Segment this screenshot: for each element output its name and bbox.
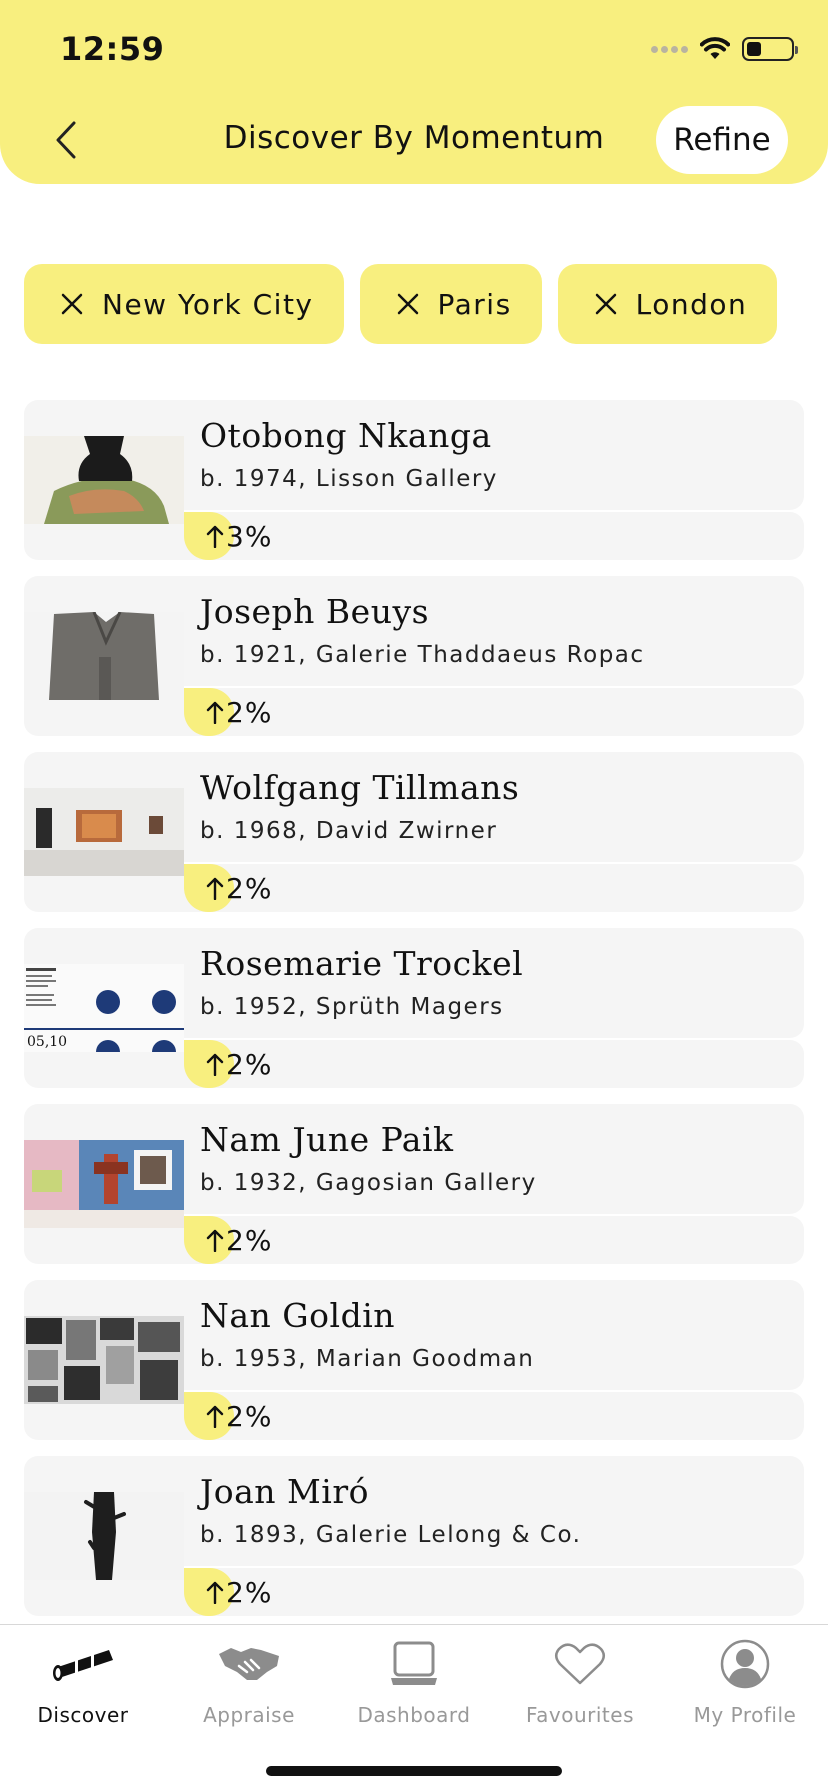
- artwork-thumbnail: [24, 436, 184, 524]
- momentum-badge: 2%: [184, 864, 272, 912]
- list-item[interactable]: Nam June Paik b. 1932, Gagosian Gallery …: [24, 1104, 804, 1264]
- momentum-badge: 2%: [184, 1392, 272, 1440]
- momentum-badge: 2%: [184, 1216, 272, 1264]
- status-time: 12:59: [60, 30, 165, 68]
- tab-appraise[interactable]: Appraise: [166, 1639, 332, 1739]
- list-item[interactable]: Joseph Beuys b. 1921, Galerie Thaddaeus …: [24, 576, 804, 736]
- list-item[interactable]: 05,10 Rosemarie Trockel b. 1952, Sprüth …: [24, 928, 804, 1088]
- momentum-badge: 3%: [184, 512, 272, 560]
- list-item[interactable]: Wolfgang Tillmans b. 1968, David Zwirner…: [24, 752, 804, 912]
- list-item[interactable]: Joan Miró b. 1893, Galerie Lelong & Co. …: [24, 1456, 804, 1616]
- artist-meta: b. 1953, Marian Goodman: [200, 1346, 535, 1372]
- filter-chip-paris[interactable]: Paris: [359, 264, 542, 344]
- artist-meta: b. 1952, Sprüth Magers: [200, 994, 504, 1020]
- artist-name: Nan Goldin: [200, 1296, 396, 1335]
- artwork-thumbnail: [24, 1492, 184, 1580]
- handshake-icon: [214, 1639, 284, 1689]
- artwork-thumbnail: [24, 612, 184, 700]
- profile-icon: [710, 1639, 780, 1689]
- filter-chip-label: New York City: [102, 287, 314, 321]
- artwork-thumbnail: [24, 788, 184, 876]
- artist-list: Otobong Nkanga b. 1974, Lisson Gallery 3…: [24, 400, 804, 1632]
- momentum-value: 2%: [226, 1047, 273, 1081]
- tab-discover[interactable]: Discover: [0, 1639, 166, 1739]
- tab-label: Discover: [37, 1703, 129, 1727]
- tab-label: Dashboard: [357, 1703, 471, 1727]
- artist-meta: b. 1893, Galerie Lelong & Co.: [200, 1522, 582, 1548]
- momentum-value: 3%: [226, 519, 273, 553]
- artist-meta: b. 1932, Gagosian Gallery: [200, 1170, 537, 1196]
- filter-chip-label: Paris: [437, 287, 512, 321]
- filter-chip-new-york-city[interactable]: New York City: [24, 264, 344, 344]
- arrow-up-icon: [206, 1229, 224, 1252]
- header: 12:59 Discover By Momentum Refine: [0, 0, 828, 184]
- arrow-up-icon: [206, 701, 224, 724]
- artwork-thumbnail: [24, 1140, 184, 1228]
- arrow-up-icon: [206, 1405, 224, 1428]
- artist-meta: b. 1968, David Zwirner: [200, 818, 498, 844]
- momentum-value: 2%: [226, 1399, 273, 1433]
- list-item[interactable]: Otobong Nkanga b. 1974, Lisson Gallery 3…: [24, 400, 804, 560]
- artist-name: Rosemarie Trockel: [200, 944, 524, 983]
- laptop-icon: [379, 1639, 449, 1689]
- thumbnail-date-text: 05,10: [27, 1034, 67, 1050]
- artist-name: Nam June Paik: [200, 1120, 454, 1159]
- tab-label: Favourites: [525, 1703, 635, 1727]
- filter-chips: New York City Paris London: [24, 264, 778, 344]
- close-icon[interactable]: [594, 292, 618, 316]
- status-indicators: [651, 34, 798, 64]
- refine-button[interactable]: Refine: [656, 106, 788, 174]
- wifi-icon: [700, 37, 730, 59]
- battery-icon: [742, 37, 798, 61]
- artist-name: Joan Miró: [200, 1472, 370, 1511]
- tab-favourites[interactable]: Favourites: [497, 1639, 663, 1739]
- momentum-value: 2%: [226, 695, 273, 729]
- heart-icon: [545, 1639, 615, 1689]
- tab-label: Appraise: [203, 1703, 295, 1727]
- momentum-value: 2%: [226, 1223, 273, 1257]
- close-icon[interactable]: [396, 292, 420, 316]
- tab-dashboard[interactable]: Dashboard: [331, 1639, 497, 1739]
- momentum-badge: 2%: [184, 688, 272, 736]
- artist-meta: b. 1921, Galerie Thaddaeus Ropac: [200, 642, 645, 668]
- list-item[interactable]: Nan Goldin b. 1953, Marian Goodman 2%: [24, 1280, 804, 1440]
- momentum-badge: 2%: [184, 1040, 272, 1088]
- artist-name: Otobong Nkanga: [200, 416, 492, 455]
- momentum-value: 2%: [226, 871, 273, 905]
- filter-chip-london[interactable]: London: [557, 264, 778, 344]
- arrow-up-icon: [206, 877, 224, 900]
- arrow-up-icon: [206, 1053, 224, 1076]
- home-indicator[interactable]: [266, 1766, 562, 1776]
- momentum-value: 2%: [226, 1575, 273, 1609]
- tab-my-profile[interactable]: My Profile: [662, 1639, 828, 1739]
- artist-name: Joseph Beuys: [200, 592, 430, 631]
- arrow-up-icon: [206, 1581, 224, 1604]
- artwork-thumbnail: [24, 1316, 184, 1404]
- tab-label: My Profile: [693, 1703, 797, 1727]
- arrow-up-icon: [206, 525, 224, 548]
- momentum-badge: 2%: [184, 1568, 272, 1616]
- cellular-signal-icon: [651, 45, 688, 53]
- artist-meta: b. 1974, Lisson Gallery: [200, 466, 498, 492]
- artwork-thumbnail: 05,10: [24, 964, 184, 1052]
- close-icon[interactable]: [60, 292, 84, 316]
- artist-name: Wolfgang Tillmans: [200, 768, 520, 807]
- filter-chip-label: London: [635, 287, 748, 321]
- telescope-icon: [48, 1639, 118, 1689]
